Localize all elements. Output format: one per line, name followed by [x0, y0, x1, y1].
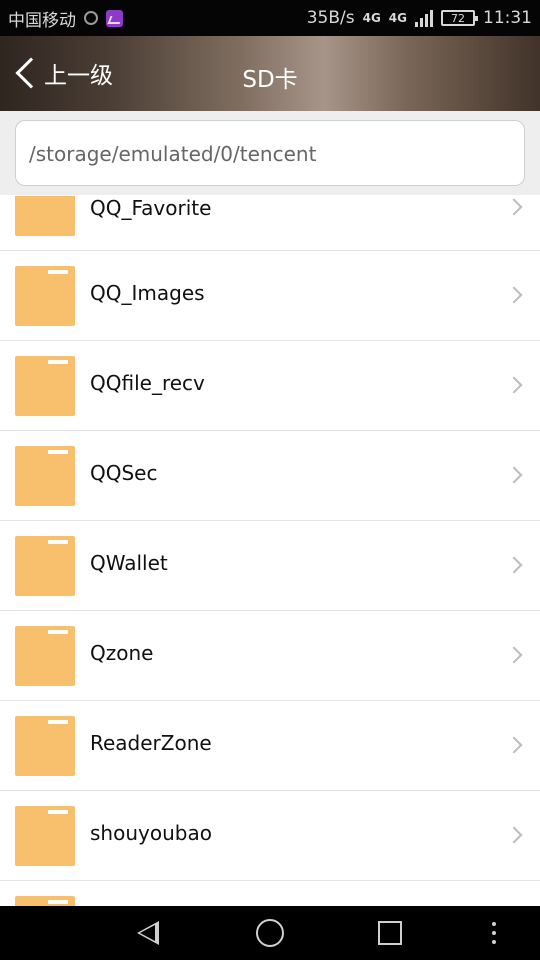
app-header: 上一级 SD卡 [0, 36, 540, 111]
folder-icon [15, 536, 75, 596]
network-type-4g-icon: 4G [362, 11, 381, 25]
chevron-right-icon [505, 646, 523, 664]
folder-name: shouyoubao [90, 821, 212, 845]
list-item[interactable]: QQSec [0, 431, 540, 521]
nav-home-icon[interactable] [256, 919, 284, 947]
folder-name: Qzone [90, 641, 154, 665]
list-item[interactable]: QQfile_recv [0, 341, 540, 431]
chevron-right-icon [505, 286, 523, 304]
folder-name: ReaderZone [90, 731, 212, 755]
folder-icon [15, 356, 75, 416]
folder-icon [15, 196, 75, 236]
carrier-label: 中国移动 [8, 10, 76, 31]
folder-icon [15, 806, 75, 866]
chevron-right-icon [505, 826, 523, 844]
folder-name: QQSec [90, 461, 158, 485]
list-item[interactable]: Qzone [0, 611, 540, 701]
status-right: 35B/s 4G 4G 72 11:31 [307, 8, 532, 28]
folder-icon [15, 266, 75, 326]
navigation-bar [0, 906, 540, 960]
nav-back-icon[interactable] [137, 921, 159, 945]
list-item[interactable]: shouyoubao [0, 791, 540, 881]
folder-icon [15, 446, 75, 506]
status-left: 中国移动 [8, 6, 123, 31]
chevron-right-icon [505, 736, 523, 754]
folder-icon [15, 626, 75, 686]
chevron-right-icon [505, 198, 523, 216]
folder-name: QQ_Favorite [90, 196, 212, 220]
gallery-notification-icon [106, 9, 123, 27]
list-item[interactable]: ReaderZone [0, 701, 540, 791]
list-item[interactable]: QWallet [0, 521, 540, 611]
network-type-4g-small-icon: 4G [388, 11, 407, 25]
path-area: /storage/emulated/0/tencent [0, 111, 540, 195]
status-bar: 中国移动 35B/s 4G 4G 72 11:31 [0, 0, 540, 36]
folder-name: QWallet [90, 551, 168, 575]
net-speed: 35B/s [306, 8, 355, 28]
battery-icon: 72 [441, 10, 478, 26]
nav-more-icon[interactable] [492, 922, 496, 944]
list-item[interactable]: QQ_Favorite [0, 196, 540, 251]
chevron-right-icon [505, 466, 523, 484]
nav-recent-icon[interactable] [378, 921, 402, 945]
folder-icon [15, 716, 75, 776]
chevron-right-icon [505, 376, 523, 394]
path-field[interactable]: /storage/emulated/0/tencent [15, 120, 525, 186]
folder-name: QQ_Images [90, 281, 205, 305]
folder-name: QQfile_recv [90, 371, 205, 395]
folder-list[interactable]: QQ_Favorite QQ_Images QQfile_recv QQSec … [0, 196, 540, 942]
hotspot-icon [84, 11, 98, 25]
page-title: SD卡 [242, 67, 298, 93]
list-item[interactable]: QQ_Images [0, 251, 540, 341]
signal-strength-icon [415, 9, 433, 27]
clock: 11:31 [483, 8, 532, 28]
chevron-right-icon [505, 556, 523, 574]
